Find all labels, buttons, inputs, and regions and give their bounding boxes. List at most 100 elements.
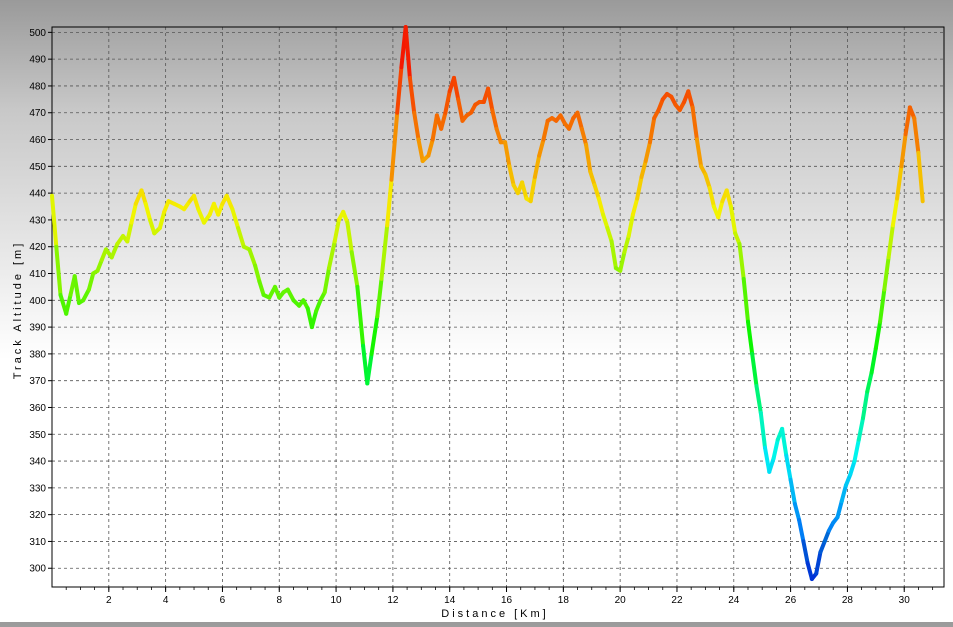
altitude-line-segment: [757, 386, 761, 413]
altitude-line-segment: [918, 153, 922, 201]
altitude-line-segment: [75, 276, 79, 303]
altitude-line-segment: [509, 166, 513, 185]
y-axis-title: Track Altitude [m]: [12, 241, 24, 380]
altitude-line-segment: [454, 78, 458, 99]
altitude-line-segment: [872, 349, 876, 373]
y-tick-label: 410: [29, 269, 46, 280]
altitude-line-segment: [89, 274, 93, 290]
altitude-line-segment: [255, 266, 259, 282]
altitude-line-segment: [859, 418, 863, 439]
altitude-line-segment: [357, 287, 363, 346]
altitude-line-segment: [693, 107, 697, 139]
altitude-line-segment: [842, 485, 846, 501]
altitude-line-segment: [428, 140, 432, 156]
plot-frame: [52, 27, 944, 587]
altitude-line-segment: [488, 89, 492, 111]
altitude-line-segment: [146, 204, 150, 220]
altitude-line-segment: [441, 113, 445, 129]
altitude-line-segment: [599, 199, 603, 215]
altitude-line-segment: [259, 282, 263, 295]
altitude-line-segment: [535, 156, 539, 177]
y-tick-label: 380: [29, 349, 46, 360]
x-tick-label: 12: [387, 595, 399, 606]
altitude-line-segment: [795, 504, 799, 520]
altitude-line-segment: [914, 118, 918, 153]
altitude-line-segment: [637, 177, 641, 199]
altitude-line-segment: [132, 204, 136, 223]
altitude-line-segment: [582, 129, 586, 145]
x-tick-label: 8: [276, 595, 282, 606]
altitude-line-segment: [590, 172, 594, 185]
altitude-line-segment: [160, 212, 164, 228]
altitude-line-segment: [906, 107, 910, 134]
altitude-line-segment: [629, 215, 633, 236]
altitude-line-segment: [387, 180, 391, 226]
altitude-line-segment: [650, 118, 654, 142]
altitude-line-segment: [539, 140, 543, 156]
altitude-line-segment: [688, 91, 692, 107]
altitude-line-segment: [761, 413, 765, 448]
altitude-line-segment: [335, 220, 339, 242]
altitude-line-segment: [531, 177, 535, 201]
x-tick-label: 28: [842, 595, 854, 606]
x-tick-label: 26: [785, 595, 797, 606]
altitude-line-segment: [603, 215, 607, 228]
altitude-line-segment: [595, 185, 599, 198]
altitude-line-segment: [392, 113, 398, 180]
altitude-line-segment: [578, 113, 582, 129]
x-tick-label: 22: [671, 595, 683, 606]
y-tick-label: 460: [29, 135, 46, 146]
y-tick-label: 360: [29, 403, 46, 414]
altitude-line-segment: [855, 440, 859, 462]
altitude-line-segment: [142, 190, 146, 203]
altitude-line-segment: [406, 27, 410, 78]
altitude-line-segment: [612, 241, 616, 268]
altitude-line-segment: [782, 429, 786, 456]
grid: [52, 27, 944, 587]
altitude-line-segment: [769, 458, 773, 471]
x-tick-label: 14: [444, 595, 456, 606]
altitude-line-segment: [312, 311, 316, 327]
y-tick-label: 420: [29, 242, 46, 253]
y-tick-label: 470: [29, 108, 46, 119]
altitude-line-segment: [52, 196, 56, 247]
y-tick-label: 320: [29, 510, 46, 521]
altitude-line-segment: [838, 501, 842, 517]
altitude-chart: 3003103203303403503603703803904004104204…: [0, 0, 953, 622]
altitude-line-segment: [710, 188, 714, 207]
altitude-line-segment: [227, 196, 233, 209]
altitude-line-segment: [414, 113, 418, 140]
altitude-line-segment: [56, 247, 60, 295]
x-tick-label: 2: [106, 595, 112, 606]
altitude-line-segment: [127, 223, 131, 242]
altitude-line-segment: [419, 140, 423, 162]
altitude-line-segment: [697, 140, 701, 167]
altitude-line-segment: [705, 174, 709, 187]
altitude-line-segment: [377, 279, 381, 317]
altitude-line-segment: [880, 290, 884, 322]
altitude-line-segment: [492, 110, 496, 129]
y-tick-label: 480: [29, 81, 46, 92]
altitude-line-segment: [893, 199, 897, 226]
altitude-line-segment: [889, 225, 893, 257]
axes: [48, 27, 944, 592]
altitude-line-segment: [876, 322, 880, 349]
x-tick-label: 6: [220, 595, 226, 606]
altitude-line-segment: [347, 223, 351, 253]
altitude-line-segment: [867, 373, 871, 392]
altitude-line-segment: [748, 322, 752, 354]
x-tick-label: 4: [163, 595, 169, 606]
altitude-line-segment: [816, 552, 820, 573]
altitude-line-segment: [497, 129, 501, 142]
y-tick-label: 370: [29, 376, 46, 387]
altitude-line-segment: [633, 199, 637, 215]
altitude-line-segment: [808, 563, 812, 579]
y-tick-label: 490: [29, 55, 46, 66]
altitude-line-segment: [752, 354, 756, 386]
altitude-line-segment: [382, 225, 388, 279]
altitude-line-segment: [774, 440, 778, 459]
altitude-line-segment: [232, 209, 238, 228]
x-axis-title: Distance [Km]: [441, 608, 548, 620]
y-tick-label: 430: [29, 215, 46, 226]
altitude-line-segment: [505, 142, 509, 166]
